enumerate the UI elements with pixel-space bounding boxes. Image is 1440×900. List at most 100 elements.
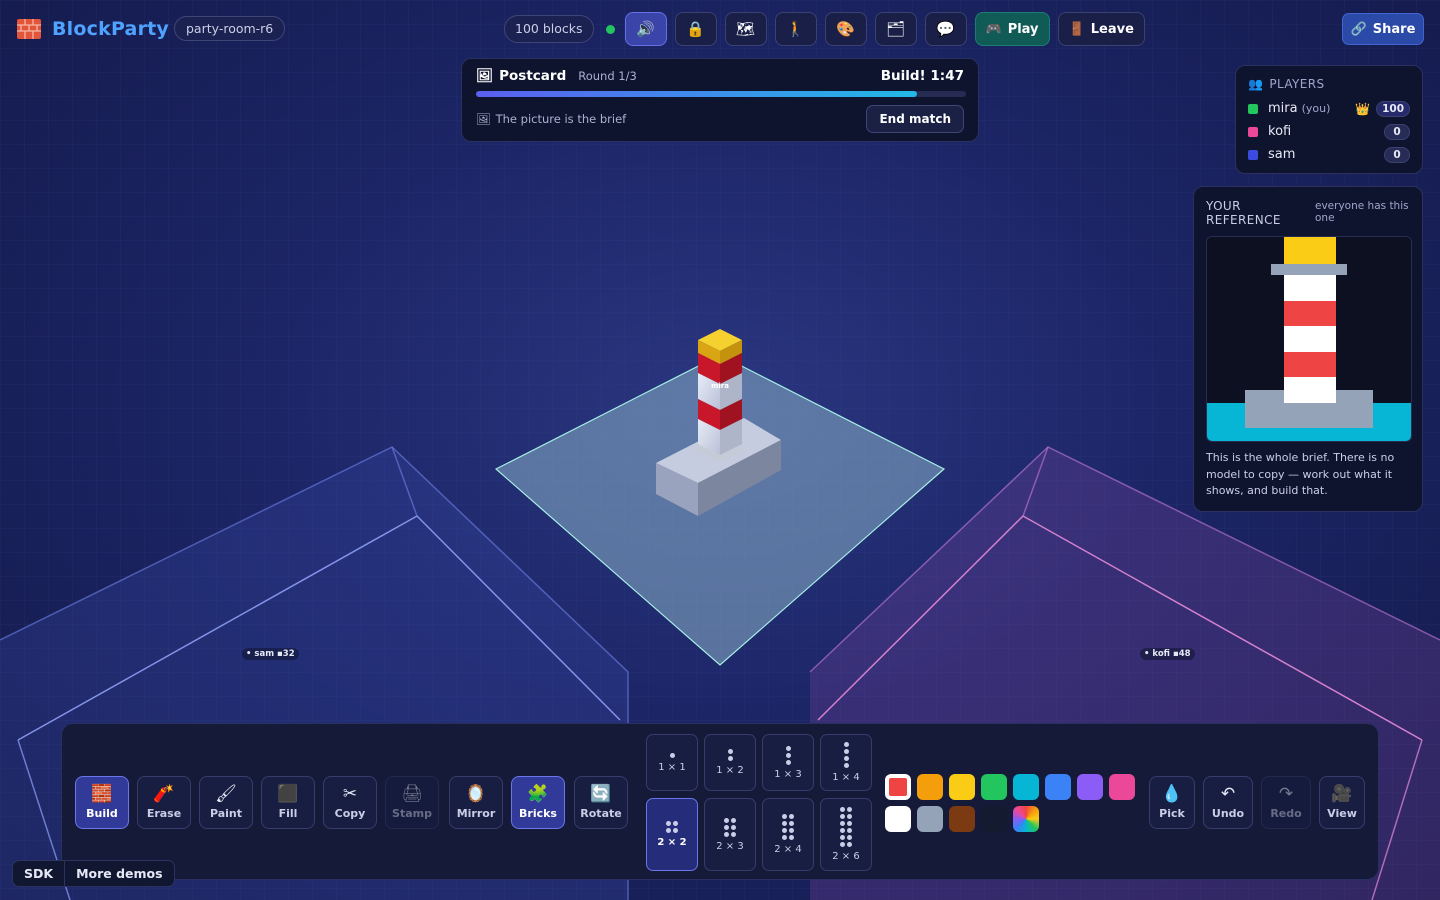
door-icon: 🚪 (1068, 21, 1085, 37)
stud (731, 831, 736, 837)
action-label: Pick (1159, 807, 1185, 820)
color-swatch[interactable] (917, 806, 943, 832)
brand-name: BlockParty (52, 18, 170, 40)
stud (840, 835, 845, 840)
brick-size-1x2[interactable]: 1 × 2 (704, 734, 756, 791)
color-swatch[interactable] (949, 806, 975, 832)
color-swatch[interactable] (885, 774, 911, 800)
rotate-tool[interactable]: 🔄 Rotate (574, 776, 628, 829)
play-button[interactable]: 🎮 Play (974, 12, 1050, 46)
stamp-icon: 🖨 (401, 784, 423, 804)
camera-icon: 🎥 (1331, 784, 1353, 804)
pick-button[interactable]: 💧 Pick (1149, 776, 1195, 829)
brick-size-1x3[interactable]: 1 × 3 (762, 734, 814, 791)
share-button[interactable]: 🔗 Share (1342, 13, 1424, 45)
fill-tool[interactable]: ⬛ Fill (261, 776, 315, 829)
mirror-tool[interactable]: 🪞 Mirror (449, 776, 503, 829)
color-swatch[interactable] (1045, 774, 1071, 800)
lock-button[interactable]: 🔒 (674, 12, 717, 46)
folder-icon: 🗂 (885, 20, 906, 38)
player-row-sam[interactable]: sam 0 (1248, 143, 1410, 166)
stud (782, 835, 787, 840)
players-heading-text: PLAYERS (1269, 77, 1325, 91)
round-title: 🖼 Postcard Round 1/3 (476, 68, 637, 84)
brick-size-2x4[interactable]: 2 × 4 (762, 798, 814, 871)
gallery-button[interactable]: 🗂 (874, 12, 917, 46)
walk-button[interactable]: 🚶 (774, 12, 817, 46)
color-swatch[interactable] (949, 774, 975, 800)
people-icon: 👥 (1248, 77, 1264, 91)
brick-size-1x1[interactable]: 1 × 1 (646, 734, 698, 791)
droplet-icon: 💧 (1161, 784, 1183, 804)
stud (782, 814, 787, 819)
color-swatch[interactable] (1109, 774, 1135, 800)
stamp-tool[interactable]: 🖨 Stamp (385, 776, 439, 829)
tool-label: Build (86, 807, 118, 820)
stud (727, 749, 733, 754)
leave-label: Leave (1090, 21, 1134, 37)
stud (840, 828, 845, 833)
brick-size-1x4[interactable]: 1 × 4 (820, 734, 872, 791)
stud (789, 828, 794, 833)
footer-links: SDK More demos (12, 860, 175, 887)
players-panel: 👥 PLAYERS mira (you) 👑 100 kofi 0 sam 0 (1235, 65, 1423, 174)
hint-text: The picture is the brief (495, 112, 627, 126)
sam-plot-tag: • sam ▪32 (242, 648, 299, 660)
walking-person-icon: 🚶 (786, 20, 805, 38)
round-progress-fill (476, 91, 917, 97)
brick-size-2x3[interactable]: 2 × 3 (704, 798, 756, 871)
color-swatch[interactable] (885, 806, 911, 832)
connection-status-dot (605, 24, 615, 34)
build-tool[interactable]: 🧱 Build (75, 776, 129, 829)
color-swatch[interactable] (981, 774, 1007, 800)
kofi-tag-name: kofi (1152, 649, 1170, 659)
end-match-button[interactable]: End match (866, 105, 964, 133)
brick-size-label: 1 × 4 (832, 772, 860, 783)
view-button[interactable]: 🎥 View (1319, 776, 1365, 829)
player-row-mira[interactable]: mira (you) 👑 100 (1248, 97, 1410, 120)
palette-button[interactable]: 🎨 (824, 12, 867, 46)
custom-color-swatch[interactable] (1013, 806, 1039, 832)
picture-icon: 🖼 (476, 68, 494, 84)
room-code-pill[interactable]: party-room-r6 (174, 16, 286, 41)
erase-tool[interactable]: 🧨 Erase (137, 776, 191, 829)
color-swatch[interactable] (1013, 774, 1039, 800)
stud (840, 842, 845, 847)
map-icon: 🗺 (735, 20, 756, 38)
brick-size-2x6[interactable]: 2 × 6 (820, 798, 872, 871)
more-demos-link[interactable]: More demos (64, 861, 174, 886)
color-swatch[interactable] (981, 806, 1007, 832)
lighthouse-reference-picture (1207, 237, 1411, 441)
stud (724, 824, 729, 830)
brick-studs-icon (782, 814, 794, 840)
stud (789, 814, 794, 819)
stud (843, 756, 849, 761)
round-hint: 🖼 The picture is the brief (476, 112, 626, 126)
logo[interactable]: BlockParty (16, 16, 169, 42)
reference-image[interactable] (1206, 236, 1412, 442)
paint-tool[interactable]: 🖌 Paint (199, 776, 253, 829)
stud (789, 835, 794, 840)
tool-label: Stamp (392, 807, 432, 820)
copy-tool[interactable]: ✂ Copy (323, 776, 377, 829)
lighthouse-build (698, 329, 742, 462)
brick-size-label: 2 × 4 (774, 844, 802, 855)
bricks-tool[interactable]: 🧩 Bricks (511, 776, 565, 829)
brick-size-2x2[interactable]: 2 × 2 (646, 798, 698, 871)
stud (843, 742, 849, 747)
redo-button[interactable]: ↷ Redo (1261, 776, 1311, 829)
color-swatch[interactable] (1077, 774, 1103, 800)
you-label: (you) (1301, 102, 1331, 115)
map-button[interactable]: 🗺 (724, 12, 767, 46)
leave-button[interactable]: 🚪 Leave (1057, 12, 1145, 46)
stud (731, 817, 736, 823)
color-swatch[interactable] (917, 774, 943, 800)
brick-studs-icon (666, 821, 678, 833)
player-row-kofi[interactable]: kofi 0 (1248, 120, 1410, 143)
sdk-link[interactable]: SDK (13, 861, 64, 886)
chat-bubble-icon: 💬 (936, 20, 955, 38)
undo-button[interactable]: ↶ Undo (1203, 776, 1253, 829)
reference-panel: YOUR REFERENCE everyone has this one Thi… (1193, 186, 1423, 512)
sound-toggle-button[interactable]: 🔊 (624, 12, 667, 46)
chat-button[interactable]: 💬 (924, 12, 967, 46)
